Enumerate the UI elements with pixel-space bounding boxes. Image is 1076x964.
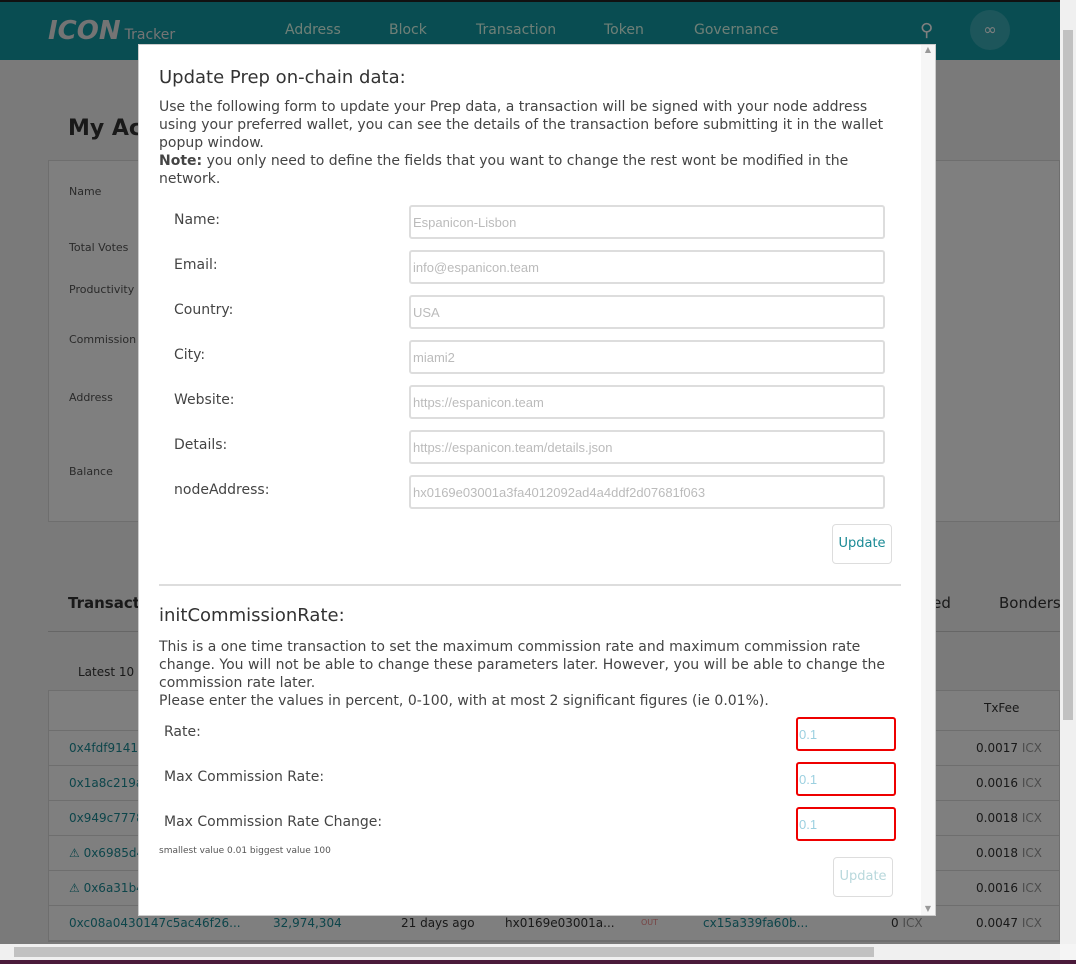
page-vertical-scrollbar[interactable]: [1060, 0, 1076, 944]
max-rate-input[interactable]: 0.1: [796, 762, 896, 796]
max-rate-change-input[interactable]: 0.1: [796, 807, 896, 841]
intro-text: Use the following form to update your Pr…: [159, 99, 884, 151]
city-label: City:: [174, 347, 206, 363]
scrollbar-thumb[interactable]: [14, 947, 874, 957]
modal-intro: Use the following form to update your Pr…: [159, 98, 899, 188]
max-rate-change-label: Max Commission Rate Change:: [164, 814, 383, 830]
commission-title: initCommissionRate:: [159, 605, 345, 626]
commission-text-2: Please enter the values in percent, 0-10…: [159, 693, 769, 709]
website-label: Website:: [174, 392, 235, 408]
modal-title: Update Prep on-chain data:: [159, 67, 406, 88]
scrollbar-thumb[interactable]: [1063, 30, 1073, 720]
max-rate-label: Max Commission Rate:: [164, 769, 325, 785]
city-input[interactable]: miami2: [409, 340, 885, 374]
update-prep-button[interactable]: Update: [832, 524, 892, 564]
rate-label: Rate:: [164, 724, 201, 740]
node-address-label: nodeAddress:: [174, 482, 270, 498]
email-label: Email:: [174, 257, 218, 273]
taskbar-edge: [0, 960, 1076, 964]
modal-scrollbar[interactable]: ▲ ▼: [921, 45, 935, 915]
section-divider: [159, 584, 901, 586]
name-input[interactable]: Espanicon-Lisbon: [409, 205, 885, 239]
website-input[interactable]: https://espanicon.team: [409, 385, 885, 419]
page-horizontal-scrollbar[interactable]: [0, 944, 1060, 960]
init-commission-update-button[interactable]: Update: [833, 857, 893, 897]
email-input[interactable]: info@espanicon.team: [409, 250, 885, 284]
note-text: you only need to define the fields that …: [159, 153, 849, 187]
name-label: Name:: [174, 212, 221, 228]
details-label: Details:: [174, 437, 228, 453]
note-label: Note:: [159, 153, 203, 169]
commission-text: This is a one time transaction to set th…: [159, 639, 886, 691]
country-label: Country:: [174, 302, 234, 318]
node-address-input[interactable]: hx0169e03001a3fa4012092ad4a4ddf2d07681f0…: [409, 475, 885, 509]
update-prep-modal: ▲ ▼ Update Prep on-chain data: Use the fo…: [138, 44, 936, 916]
rate-input[interactable]: 0.1: [796, 717, 896, 751]
details-input[interactable]: https://espanicon.team/details.json: [409, 430, 885, 464]
country-input[interactable]: USA: [409, 295, 885, 329]
rate-hint: smallest value 0.01 biggest value 100: [159, 846, 331, 856]
